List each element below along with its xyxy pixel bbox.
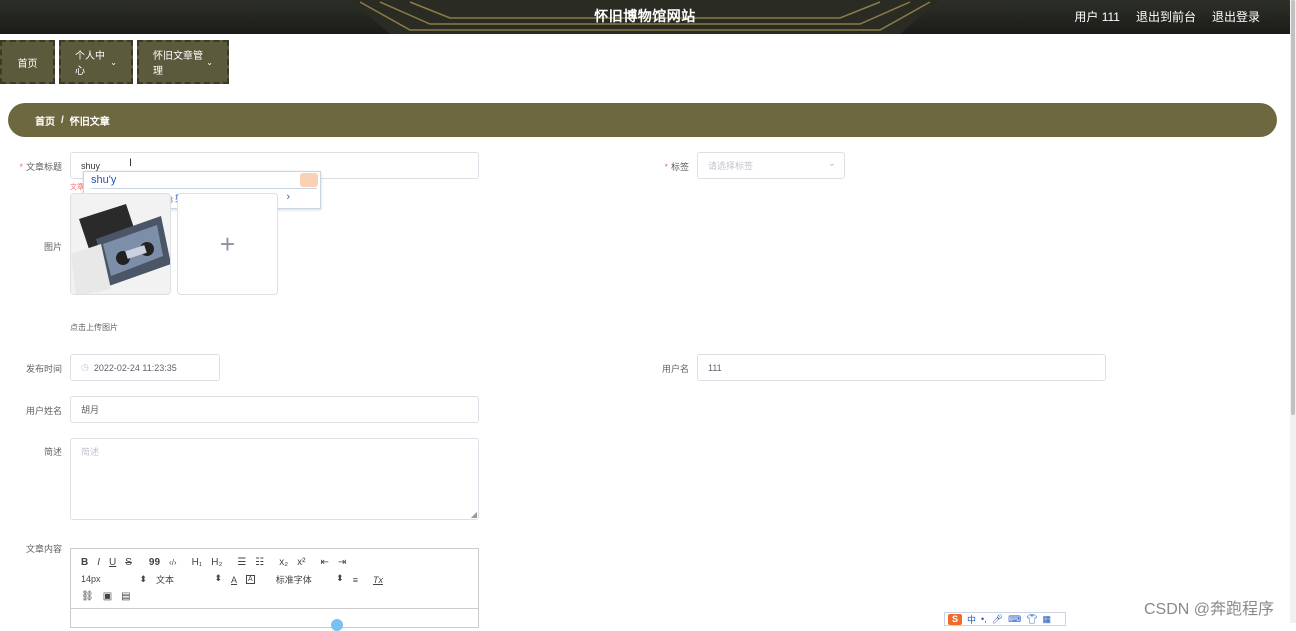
rich-text-editor[interactable]: B I U S 99 ‹/› H₁ H₂ ☰ ☷ x₂ x² ⇤ ⇥ 14px ⬍… — [70, 548, 479, 628]
nav-article-management[interactable]: 怀旧文章管理 ⌄ — [137, 40, 229, 84]
header-1-icon[interactable]: H₁ — [192, 557, 203, 568]
upload-hint: 点击上传图片 — [70, 323, 118, 332]
summary-textarea[interactable]: 简述 ◢ — [70, 438, 479, 520]
watermark: CSDN @奔跑程序 — [1144, 601, 1275, 618]
editor-loading-indicator — [331, 619, 343, 631]
realname-label: 用户姓名 — [25, 406, 62, 416]
clear-format-icon[interactable]: Tx — [373, 575, 383, 585]
header-user-menu: 用户 111 退出到前台 退出登录 — [1074, 8, 1260, 25]
clock-icon: ◷ — [81, 362, 89, 372]
tag-label: * 标签 — [640, 160, 689, 173]
bullet-list-icon[interactable]: ☷ — [255, 557, 264, 568]
breadcrumb-home[interactable]: 首页 — [35, 113, 55, 128]
font-color-icon[interactable]: A — [231, 575, 237, 585]
editor-toolbar-row: ⛓ ▣ ▤ — [81, 588, 468, 605]
editor-toolbar-row: B I U S 99 ‹/› H₁ H₂ ☰ ☷ x₂ x² ⇤ ⇥ — [81, 554, 468, 571]
main-nav: 首页 个人中心 ⌄ 怀旧文章管理 ⌄ — [0, 40, 229, 85]
summary-placeholder: 简述 — [81, 447, 100, 457]
back-to-front-link[interactable]: 退出到前台 — [1136, 8, 1196, 25]
nav-home[interactable]: 首页 — [0, 40, 55, 84]
superscript-icon[interactable]: x² — [297, 557, 305, 568]
bold-icon[interactable]: B — [81, 557, 88, 568]
summary-label: 简述 — [43, 447, 62, 457]
indent-icon[interactable]: ⇥ — [338, 557, 346, 568]
upload-image-button[interactable]: + — [177, 193, 278, 295]
ime-language-toggle[interactable]: 中 — [967, 613, 976, 626]
chevron-updown-icon: ⬍ — [139, 574, 147, 584]
page-scrollbar-thumb[interactable] — [1291, 0, 1295, 415]
underline-icon[interactable]: U — [109, 557, 116, 568]
publish-time-picker[interactable]: ◷ 2022-02-24 11:23:35 — [70, 354, 220, 381]
link-icon[interactable]: ⛓ — [81, 591, 94, 602]
code-block-icon[interactable]: ‹/› — [169, 558, 177, 567]
ime-logo-icon — [300, 173, 318, 187]
nav-personal-center-label: 个人中心 — [75, 51, 105, 77]
ime-next-page-icon[interactable]: › — [286, 191, 290, 207]
top-header: 怀旧博物馆网站 用户 111 退出到前台 退出登录 — [0, 0, 1290, 34]
nav-home-label: 首页 — [17, 58, 38, 70]
required-mark: * — [19, 162, 23, 172]
title-label-text: 文章标题 — [25, 162, 62, 172]
chevron-down-icon: ⌄ — [827, 158, 836, 169]
font-size-select[interactable]: 14px ⬍ — [81, 574, 147, 585]
image-icon[interactable]: ▣ — [103, 591, 112, 602]
nav-personal-center[interactable]: 个人中心 ⌄ — [59, 40, 133, 84]
chevron-down-icon: ⌄ — [110, 57, 117, 67]
chevron-down-icon: ⌄ — [206, 57, 213, 67]
content-label: 文章内容 — [25, 544, 62, 554]
title-error-text: 文章 — [70, 184, 84, 191]
outdent-icon[interactable]: ⇤ — [321, 557, 329, 568]
chevron-updown-icon: ⬍ — [214, 573, 222, 583]
italic-icon[interactable]: I — [97, 557, 100, 568]
tag-select[interactable]: 请选择标签 ⌄ — [697, 152, 845, 179]
tag-label-text: 标签 — [670, 162, 689, 172]
title-label: * 文章标题 — [14, 160, 62, 173]
breadcrumb: 首页 / 怀旧文章 — [8, 103, 1277, 137]
image-label: 图片 — [43, 242, 62, 252]
ordered-list-icon[interactable]: ☰ — [237, 557, 246, 568]
current-user-label: 用户 111 — [1074, 10, 1120, 24]
video-icon[interactable]: ▤ — [121, 591, 130, 602]
publish-time-label: 发布时间 — [25, 364, 62, 374]
ime-pinyin: shu'y — [91, 174, 317, 189]
chevron-updown-icon: ⬍ — [336, 573, 344, 583]
blockquote-icon[interactable]: 99 — [149, 557, 160, 568]
nav-article-management-label: 怀旧文章管理 — [153, 51, 203, 77]
username-label: 用户名 — [661, 364, 689, 374]
text-cursor-icon: I — [129, 157, 133, 169]
breadcrumb-current: 怀旧文章 — [69, 116, 110, 128]
required-mark: * — [664, 162, 668, 172]
title-input-value: shuy — [81, 160, 101, 171]
tag-select-placeholder: 请选择标签 — [708, 161, 754, 171]
editor-toolbar: B I U S 99 ‹/› H₁ H₂ ☰ ☷ x₂ x² ⇤ ⇥ 14px ⬍… — [71, 549, 478, 609]
background-color-icon[interactable]: A — [246, 575, 255, 584]
cassette-tape-image — [71, 194, 170, 294]
logout-link[interactable]: 退出登录 — [1212, 8, 1260, 25]
breadcrumb-separator: / — [61, 114, 64, 126]
ime-status-bar[interactable]: S 中 •, 🎤︎ ⌨︎ 👕︎ ▦ — [944, 612, 1066, 626]
realname-value: 胡月 — [81, 405, 100, 415]
align-icon[interactable]: ≡ — [353, 575, 358, 585]
resize-handle-icon[interactable]: ◢ — [471, 510, 477, 519]
publish-time-value: 2022-02-24 11:23:35 — [93, 362, 177, 373]
username-input[interactable]: 111 — [697, 354, 1106, 381]
block-type-select[interactable]: 文本 ⬍ — [156, 573, 222, 586]
strike-icon[interactable]: S — [125, 557, 132, 568]
uploaded-image-thumbnail[interactable] — [70, 193, 171, 295]
font-family-select[interactable]: 标准字体 ⬍ — [276, 573, 344, 586]
realname-input[interactable]: 胡月 — [70, 396, 479, 423]
plus-icon: + — [219, 228, 236, 259]
username-value: 111 — [708, 362, 722, 373]
header-2-icon[interactable]: H₂ — [211, 557, 222, 568]
editor-toolbar-row: 14px ⬍ 文本 ⬍ A A 标准字体 ⬍ ≡ Tx — [81, 571, 468, 588]
subscript-icon[interactable]: x₂ — [279, 557, 288, 568]
